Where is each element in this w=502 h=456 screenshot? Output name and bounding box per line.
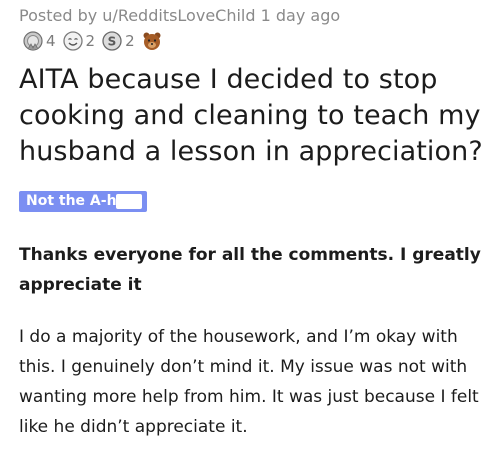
author-link[interactable]: u/RedditsLoveChild	[102, 6, 255, 25]
post-time[interactable]: 1 day ago	[256, 6, 341, 25]
post-meta: Posted by u/RedditsLoveChild 1 day ago	[19, 6, 340, 25]
post-body: I do a majority of the housework, and I’…	[19, 327, 479, 437]
post-flair-badge[interactable]: Not the A-hole	[19, 191, 148, 212]
award-count: 4	[46, 32, 56, 50]
bear-award-icon	[141, 30, 163, 52]
posted-by-label: Posted by	[19, 6, 103, 25]
flair-censor-mask: ole	[115, 191, 143, 212]
award-helpful[interactable]: S 2	[101, 30, 141, 52]
award-bear[interactable]	[141, 30, 163, 52]
award-count: 2	[125, 32, 135, 50]
awards-row[interactable]: 4 2 S 2	[22, 30, 163, 52]
award-wholesome[interactable]: 2	[62, 30, 102, 52]
post-card: Posted by u/RedditsLoveChild 1 day ago 4	[0, 0, 502, 456]
svg-text:S: S	[108, 35, 117, 49]
post-title[interactable]: AITA because I decided to stop cooking a…	[19, 62, 499, 170]
helpful-award-icon: S	[101, 30, 123, 52]
edit-note: Thanks everyone for all the comments. I …	[19, 245, 481, 295]
wholesome-award-icon	[62, 30, 84, 52]
award-silver[interactable]: 4	[22, 30, 62, 52]
silver-award-icon	[22, 30, 44, 52]
flair-text: Not the A-h	[26, 193, 117, 209]
award-count: 2	[85, 32, 96, 50]
